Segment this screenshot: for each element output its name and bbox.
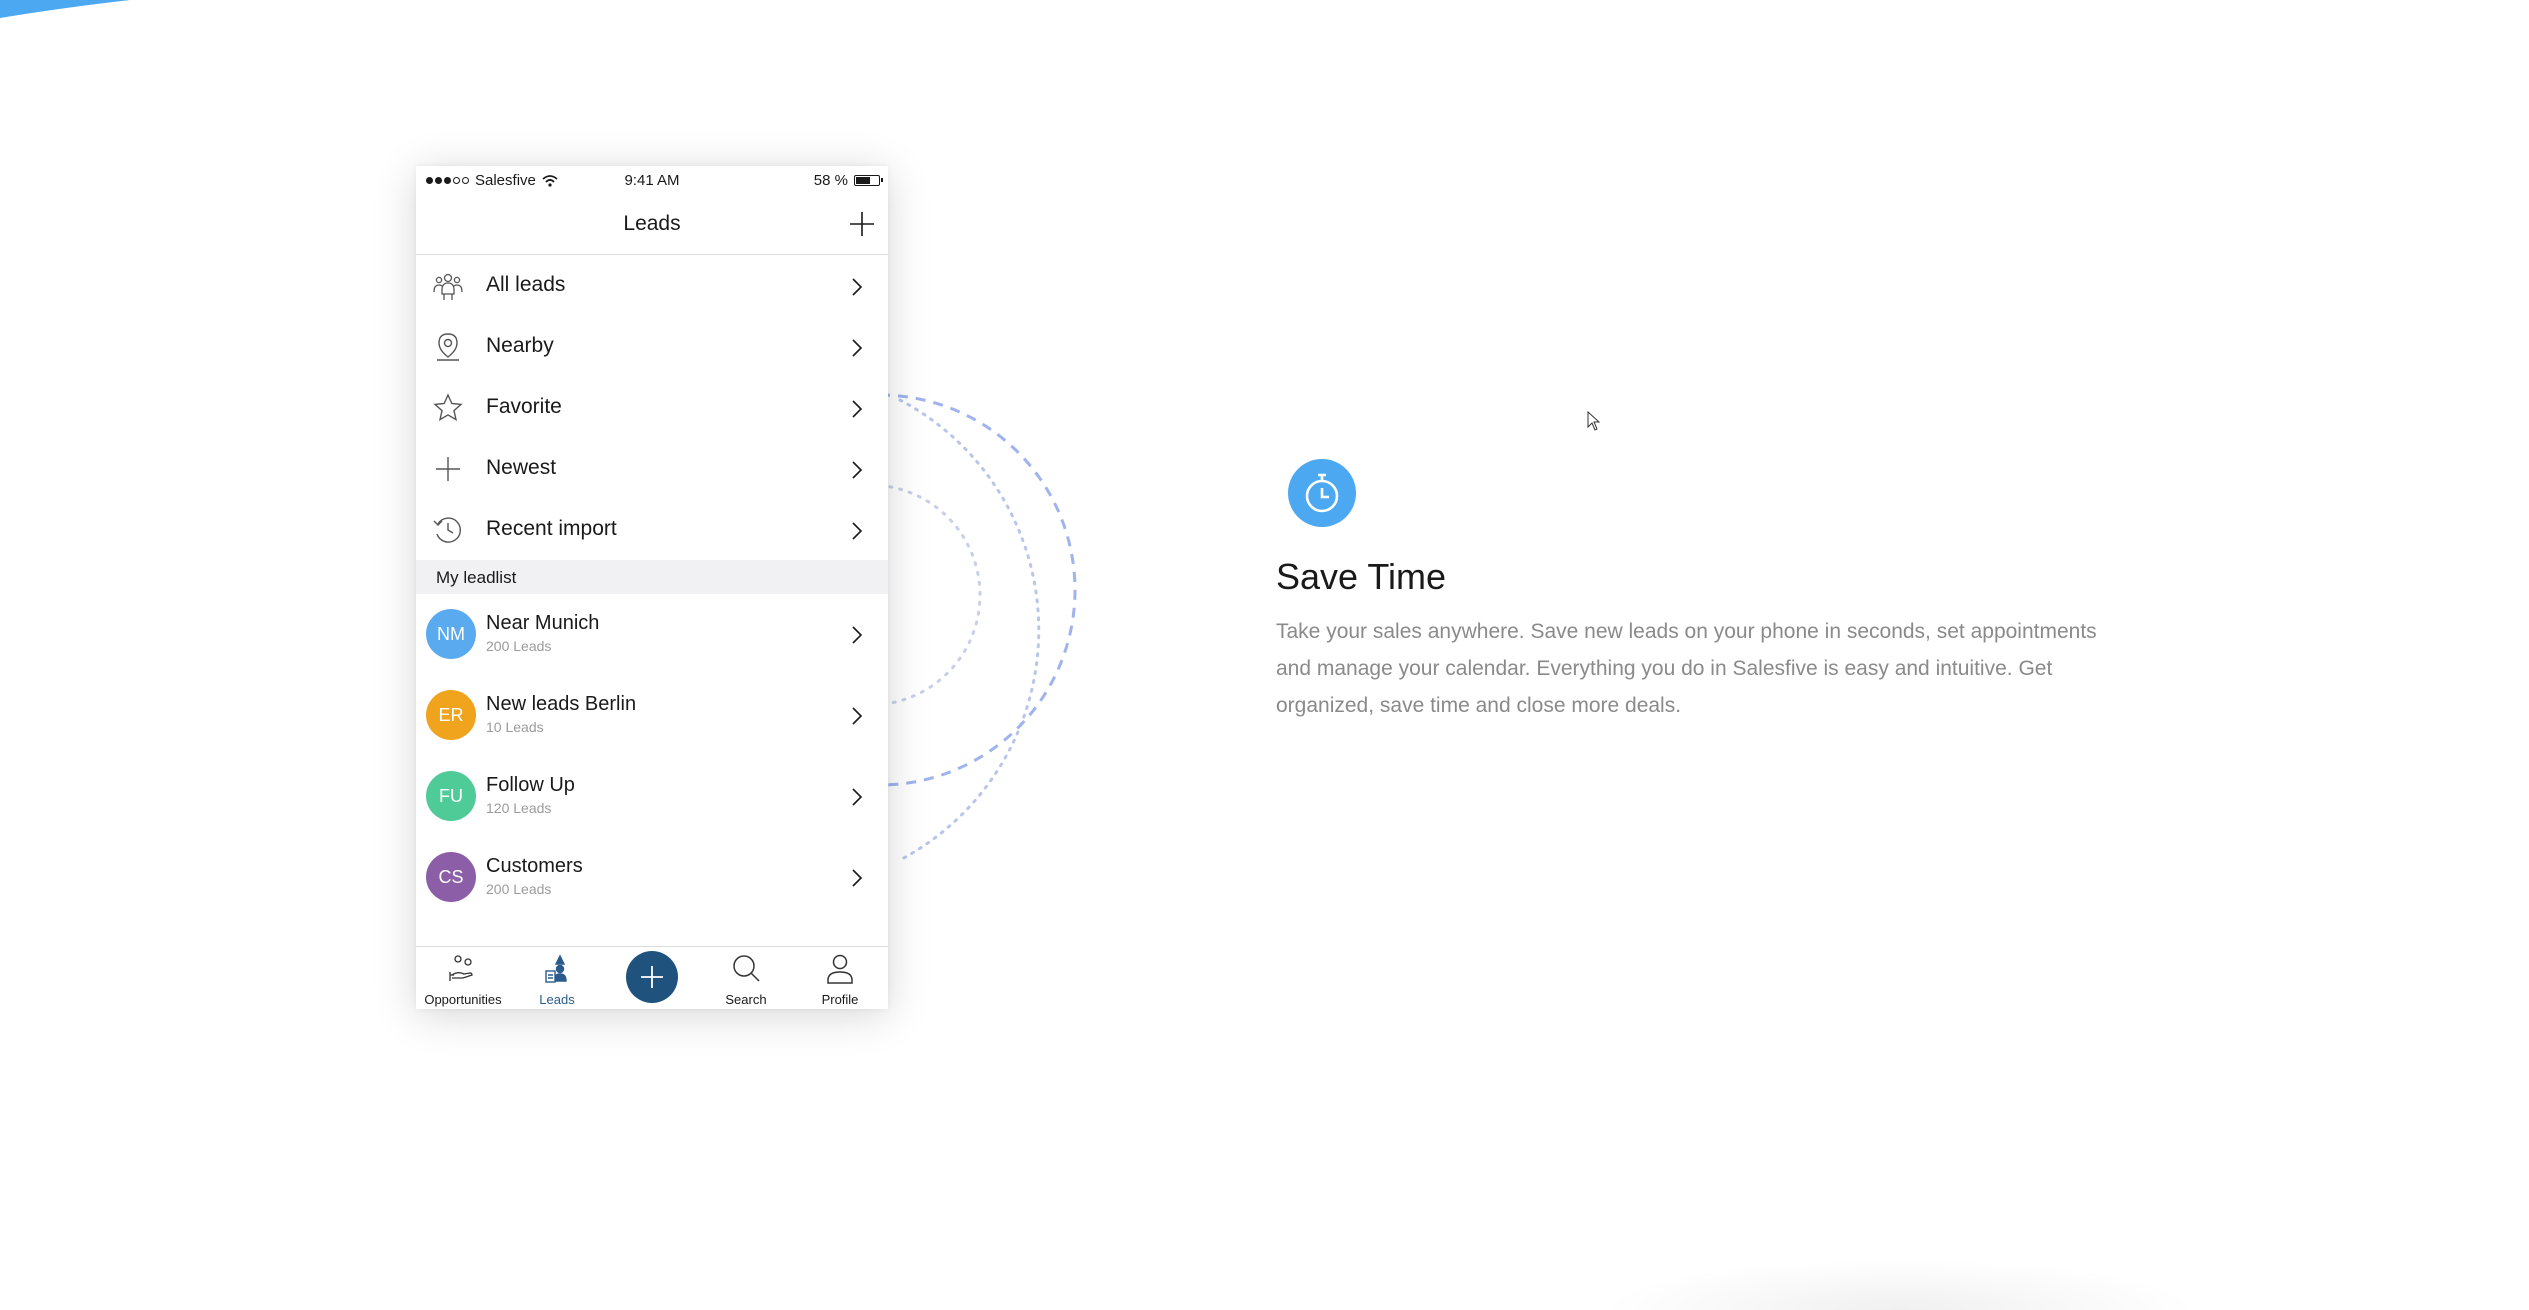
feature-title: Save Time [1276,556,1447,597]
avatar: FU [426,771,476,821]
plus-icon [436,457,460,481]
leads-icon [545,954,567,983]
menu-item-label: Recent import [486,517,617,540]
chevron-right-icon [852,788,863,806]
leadlist-item[interactable]: NM Near Munich 200 Leads [416,594,888,675]
people-group-icon [433,273,463,300]
tab-search[interactable]: Search [699,947,793,1009]
leadlist-count: 200 Leads [486,638,552,654]
avatar: CS [426,852,476,902]
location-pin-icon [437,333,459,361]
leadlist-count: 120 Leads [486,800,552,816]
leadlist: NM Near Munich 200 Leads ER New leads Be… [416,594,888,918]
leadlist-name: New leads Berlin [486,693,637,715]
leadlist-item[interactable]: FU Follow Up 120 Leads [416,756,888,837]
leadlist-name: Near Munich [486,612,600,634]
chevron-right-icon [852,400,863,418]
battery-percent: 58 % [813,172,848,189]
menu-item-recent-import[interactable]: Recent import [416,499,888,560]
status-right: 58 % [813,172,883,189]
menu-item-label: Nearby [486,334,554,357]
decorative-swoosh [0,0,130,18]
section-title: My leadlist [436,568,517,587]
section-header: My leadlist [416,560,888,594]
feature-description: Take your sales anywhere. Save new leads… [1276,620,2097,717]
menu-item-label: Favorite [486,395,562,418]
leads-menu: All leads Nearby Favorite Newest Recent … [416,255,888,560]
add-lead-button[interactable] [846,208,878,240]
avatar: ER [426,690,476,740]
leadlist-name: Customers [486,855,583,877]
avatar: NM [426,609,476,659]
tab-label: Leads [539,992,575,1007]
chevron-right-icon [852,707,863,725]
tab-label: Profile [821,992,859,1007]
plus-icon [641,966,663,988]
leadlist-item[interactable]: ER New leads Berlin 10 Leads [416,675,888,756]
chevron-right-icon [852,626,863,644]
leadlist-name: Follow Up [486,774,575,796]
tab-leads[interactable]: Leads [510,947,604,1009]
menu-item-label: Newest [486,456,557,479]
add-fab-button[interactable] [626,951,678,1003]
mouse-cursor-icon [1587,411,1601,431]
menu-item-all-leads[interactable]: All leads [416,255,888,316]
profile-icon [827,954,853,984]
battery-icon [854,175,883,186]
menu-item-nearby[interactable]: Nearby [416,316,888,377]
star-icon [433,393,463,422]
chevron-right-icon [852,461,863,479]
leadlist-count: 10 Leads [486,719,544,735]
opportunities-icon [449,955,473,981]
decorative-shadow [1550,1250,2250,1310]
history-icon [433,517,462,543]
tab-label: Search [725,992,767,1007]
menu-item-favorite[interactable]: Favorite [416,377,888,438]
chevron-right-icon [852,869,863,887]
phone-mockup: Salesfive 9:41 AM 58 % Leads All leads N… [416,166,888,1009]
stopwatch-badge [1288,459,1356,527]
leadlist-count: 200 Leads [486,881,552,897]
status-bar: Salesfive 9:41 AM 58 % [416,166,888,196]
stopwatch-icon [1305,473,1339,513]
tab-profile[interactable]: Profile [793,947,887,1009]
page-title: Leads [623,212,681,235]
leadlist-item[interactable]: CS Customers 200 Leads [416,837,888,918]
menu-item-newest[interactable]: Newest [416,438,888,499]
chevron-right-icon [852,522,863,540]
tab-bar: Opportunities Leads Search Profile [416,946,888,1009]
menu-item-label: All leads [486,273,566,296]
tab-label: Opportunities [424,992,502,1007]
tab-opportunities[interactable]: Opportunities [416,947,510,1009]
chevron-right-icon [852,278,863,296]
nav-bar: Leads [416,196,888,255]
search-icon [733,955,760,982]
chevron-right-icon [852,339,863,357]
